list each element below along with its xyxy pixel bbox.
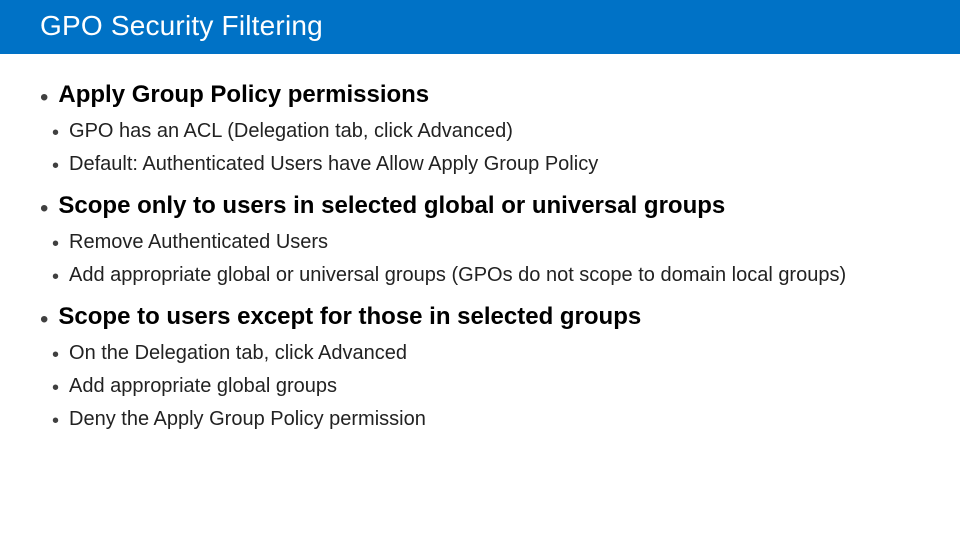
bullet-l1: • Scope to users except for those in sel… bbox=[40, 302, 920, 335]
bullet-text: Remove Authenticated Users bbox=[69, 230, 920, 255]
bullet-l2: • Deny the Apply Group Policy permission bbox=[52, 407, 920, 434]
bullet-dot-icon: • bbox=[52, 341, 59, 368]
bullet-dot-icon: • bbox=[40, 80, 48, 113]
bullet-text: Apply Group Policy permissions bbox=[58, 80, 920, 110]
bullet-text: Scope only to users in selected global o… bbox=[58, 191, 920, 221]
bullet-l2: • Remove Authenticated Users bbox=[52, 230, 920, 257]
bullet-l2: • Add appropriate global or universal gr… bbox=[52, 263, 920, 290]
bullet-text: On the Delegation tab, click Advanced bbox=[69, 341, 920, 366]
bullet-dot-icon: • bbox=[52, 230, 59, 257]
bullet-l2: • On the Delegation tab, click Advanced bbox=[52, 341, 920, 368]
bullet-dot-icon: • bbox=[52, 152, 59, 179]
slide: GPO Security Filtering • Apply Group Pol… bbox=[0, 0, 960, 540]
bullet-l1: • Apply Group Policy permissions bbox=[40, 80, 920, 113]
slide-body: • Apply Group Policy permissions • GPO h… bbox=[0, 54, 960, 434]
bullet-l2: • GPO has an ACL (Delegation tab, click … bbox=[52, 119, 920, 146]
bullet-text: GPO has an ACL (Delegation tab, click Ad… bbox=[69, 119, 920, 144]
bullet-dot-icon: • bbox=[52, 407, 59, 434]
bullet-dot-icon: • bbox=[40, 302, 48, 335]
bullet-dot-icon: • bbox=[40, 191, 48, 224]
bullet-text: Add appropriate global groups bbox=[69, 374, 920, 399]
bullet-text: Deny the Apply Group Policy permission bbox=[69, 407, 920, 432]
bullet-text: Default: Authenticated Users have Allow … bbox=[69, 152, 920, 177]
bullet-dot-icon: • bbox=[52, 374, 59, 401]
bullet-l2: • Add appropriate global groups bbox=[52, 374, 920, 401]
bullet-text: Scope to users except for those in selec… bbox=[58, 302, 920, 332]
bullet-dot-icon: • bbox=[52, 119, 59, 146]
bullet-text: Add appropriate global or universal grou… bbox=[69, 263, 920, 288]
bullet-l1: • Scope only to users in selected global… bbox=[40, 191, 920, 224]
slide-title: GPO Security Filtering bbox=[0, 0, 960, 54]
bullet-l2: • Default: Authenticated Users have Allo… bbox=[52, 152, 920, 179]
bullet-dot-icon: • bbox=[52, 263, 59, 290]
